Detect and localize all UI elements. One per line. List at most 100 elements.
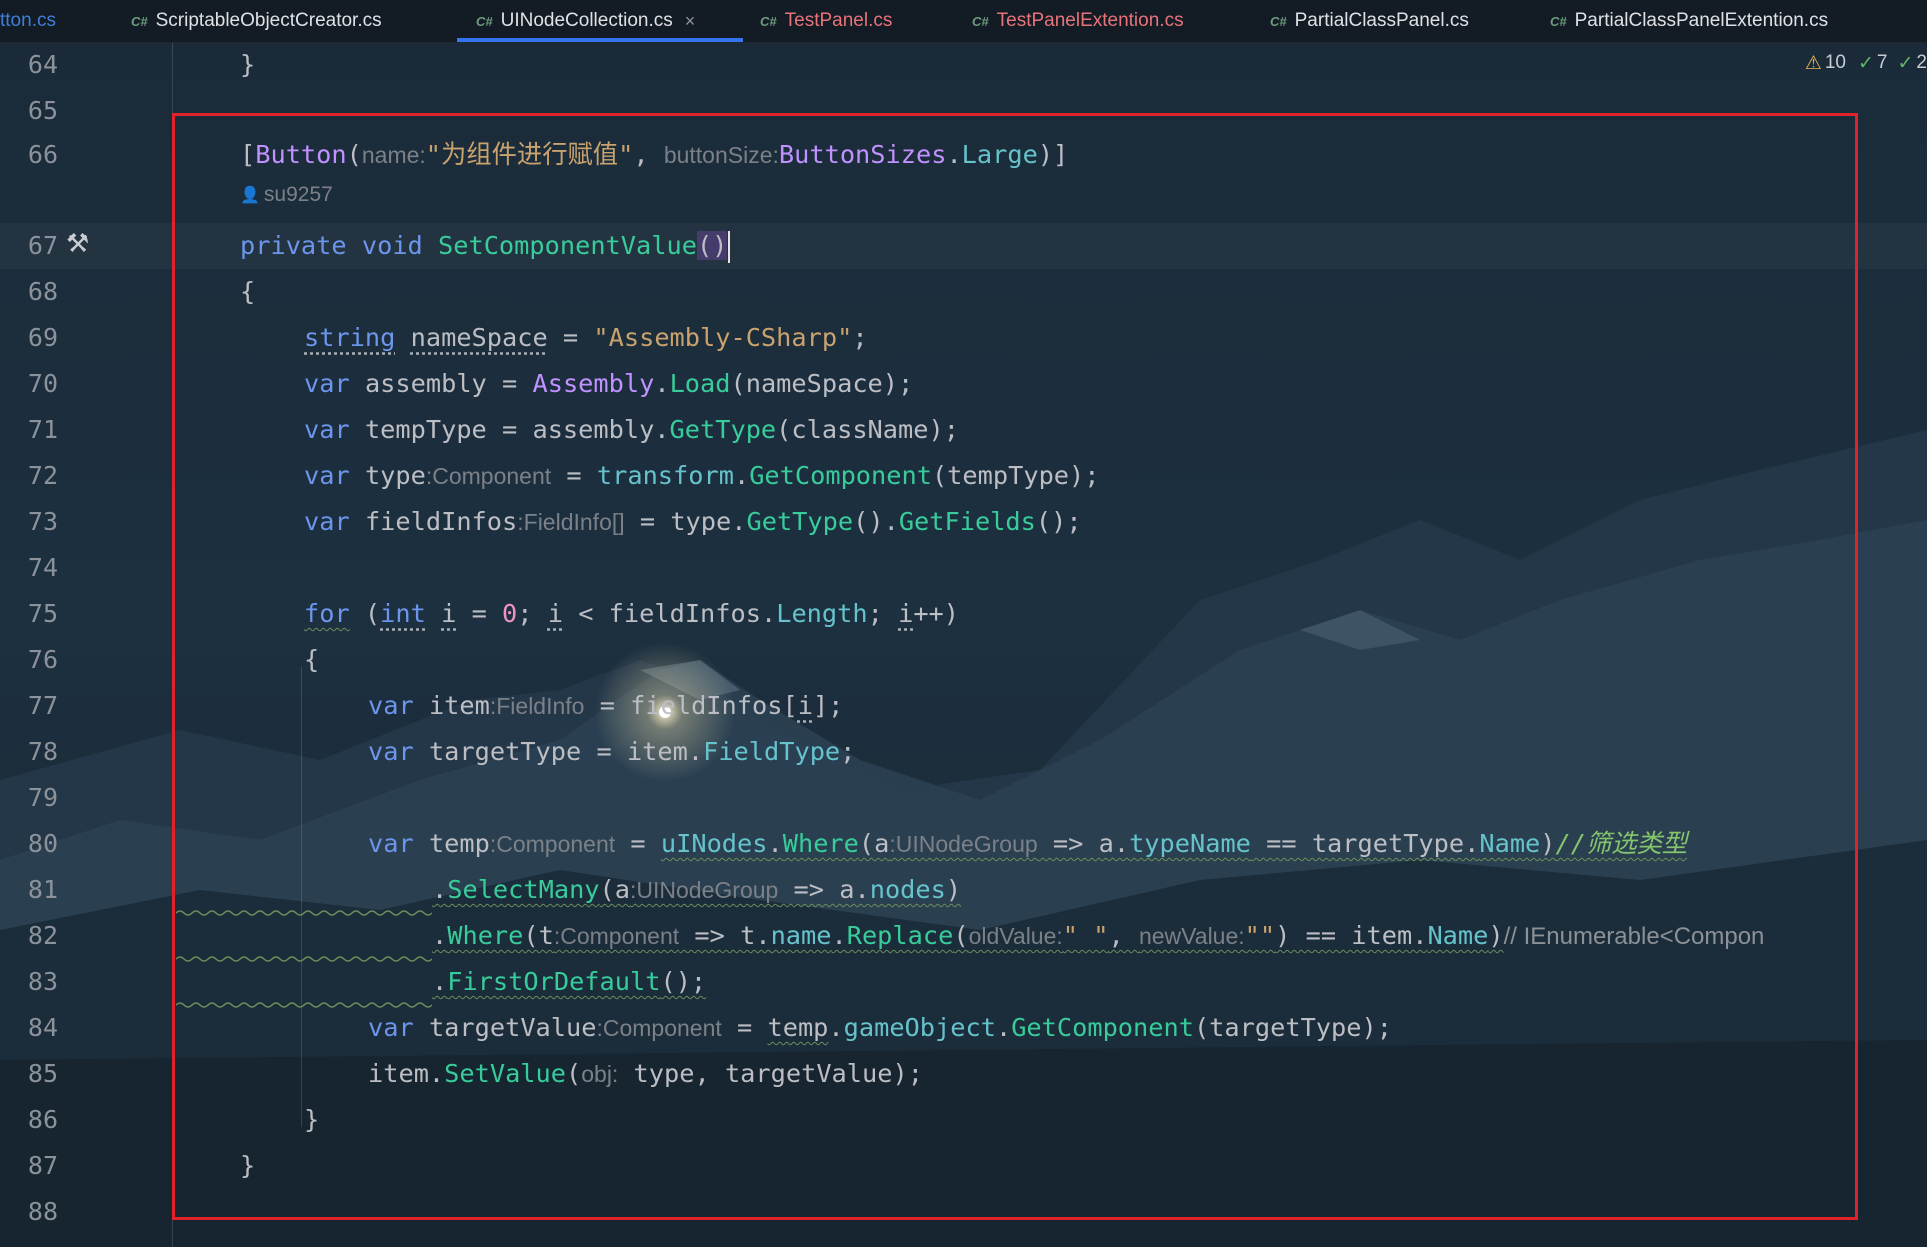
tab-label: PartialClassPanelExtention.cs [1574, 10, 1829, 31]
token: = [721, 1013, 768, 1042]
tab-partial-class-panel-extention[interactable]: C# PartialClassPanelExtention.cs [1550, 0, 1828, 42]
code-editor[interactable]: 64 65 66 67 68 69 70 71 72 73 74 75 76 7… [0, 42, 1927, 1247]
token: ]; [812, 691, 844, 720]
code-text-75[interactable]: for (int i = 0; i < fieldInfos.Length; i… [304, 591, 959, 637]
csharp-file-icon: C# [476, 13, 493, 29]
token: . [828, 1013, 844, 1042]
code-line-85: 85 [0, 1051, 1927, 1097]
code-text-69[interactable]: string nameSpace = "Assembly-CSharp"; [304, 315, 868, 361]
tab-partial-class-panel[interactable]: C# PartialClassPanel.cs [1270, 0, 1469, 42]
token: , [633, 140, 649, 169]
tab-ui-node-collection[interactable]: C# UINodeCollection.cs × [476, 0, 695, 42]
tab-test-panel-extention[interactable]: C# TestPanelExtention.cs [972, 0, 1184, 42]
string-literal: " " [1062, 921, 1109, 950]
code-text-81[interactable]: .SelectMany(a:UINodeGroup => a.nodes) [432, 867, 961, 913]
property: Name [1427, 921, 1489, 950]
tab-scriptable-object-creator[interactable]: C# ScriptableObjectCreator.cs [131, 0, 382, 42]
attribute-name: Button [255, 140, 347, 169]
token: (targetType); [1193, 1013, 1392, 1042]
inspection-widget[interactable]: ⚠ 10 ✓ 7 ✓ 2 [1805, 48, 1927, 78]
line-number: 64 [27, 50, 58, 79]
variable: assembly [364, 369, 487, 398]
token: ( [349, 599, 381, 628]
keyword: var [304, 507, 350, 536]
token: (); [660, 967, 707, 996]
code-text-76[interactable]: { [304, 637, 319, 683]
class-name: Assembly [532, 369, 655, 398]
token: (nameSpace); [730, 369, 914, 398]
code-text-83[interactable]: .FirstOrDefault(); [432, 959, 706, 1005]
weak-check-icon: ✓ [1897, 52, 1914, 74]
code-text-67[interactable]: private void SetComponentValue() [240, 223, 731, 269]
code-line-68: 68 [0, 269, 1927, 315]
code-text-85[interactable]: item.SetValue(obj: type, targetValue); [368, 1051, 923, 1097]
field: uINodes [660, 829, 768, 858]
hammer-icon[interactable]: ⚒ [66, 228, 89, 259]
tab-label: UINodeCollection.cs [500, 10, 673, 31]
method-name: GetFields [898, 507, 1036, 536]
check-icon: ✓ [1858, 52, 1874, 74]
code-text-71[interactable]: var tempType = assembly.GetType(classNam… [304, 407, 959, 453]
method-name: Where [782, 829, 859, 858]
code-text-66[interactable]: [Button(name:"为组件进行赋值", buttonSize:Butto… [240, 132, 1068, 178]
code-line-75: 75 [0, 591, 1927, 637]
token: ; [867, 599, 899, 628]
token: (t [523, 921, 554, 950]
enum-member: Large [961, 140, 1038, 169]
code-text-77[interactable]: var item:FieldInfo = fieldInfos[i]; [368, 683, 843, 729]
csharp-file-icon: C# [1550, 13, 1567, 29]
code-line-79: 79 [0, 775, 1927, 821]
property: FieldType [703, 737, 841, 766]
matched-parens: () [696, 231, 728, 260]
line-number: 73 [27, 507, 58, 536]
code-text-86[interactable]: } [304, 1097, 319, 1143]
line-number: 88 [27, 1197, 58, 1226]
keyword: string [304, 323, 396, 352]
code-text-82[interactable]: .Where(t:Component => t.name.Replace(old… [432, 913, 1764, 960]
code-line-77: 77 [0, 683, 1927, 729]
code-text-84[interactable]: var targetValue:Component = temp.gameObj… [368, 1005, 1392, 1051]
line-number: 70 [27, 369, 58, 398]
type-hint: :UINodeGroup [630, 877, 779, 903]
token: = type. [624, 507, 747, 536]
token: [ [240, 140, 256, 169]
code-text-70[interactable]: var assembly = Assembly.Load(nameSpace); [304, 361, 913, 407]
keyword: var [304, 369, 350, 398]
method-name: SetComponentValue [438, 231, 697, 260]
token: = assembly. [486, 415, 670, 444]
code-line-64: 64 [0, 42, 1927, 88]
property: Length [776, 599, 868, 628]
keyword: var [368, 829, 414, 858]
variable: type [364, 461, 426, 490]
code-text-80[interactable]: var temp:Component = uINodes.Where(a:UIN… [368, 821, 1687, 867]
type-hint: :Component [553, 923, 680, 949]
person-icon: 👤 [240, 187, 260, 204]
tab-test-panel[interactable]: C# TestPanel.cs [760, 0, 892, 42]
method-name: SelectMany [447, 875, 600, 904]
code-text-72[interactable]: var type:Component = transform.GetCompon… [304, 453, 1099, 499]
csharp-file-icon: C# [972, 13, 989, 29]
token: ++) [913, 599, 960, 628]
code-text-68[interactable]: { [240, 269, 255, 315]
close-tab-icon[interactable]: × [685, 11, 696, 32]
code-text-87[interactable]: } [240, 1143, 255, 1189]
variable: targetType [428, 737, 582, 766]
line-number: 67 [27, 231, 58, 260]
token: ) [1488, 921, 1504, 950]
keyword: var [304, 461, 350, 490]
token: ( [953, 921, 969, 950]
string-literal: "Assembly-CSharp" [593, 323, 853, 352]
code-vision-author[interactable]: 👤 su9257 [240, 180, 333, 210]
code-text-78[interactable]: var targetType = item.FieldType; [368, 729, 855, 775]
tab-button-cs[interactable]: tton.cs [0, 0, 56, 42]
method-name: GetType [669, 415, 777, 444]
token: ; [840, 737, 856, 766]
code-text-73[interactable]: var fieldInfos:FieldInfo[] = type.GetTyp… [304, 499, 1082, 545]
code-line-81: 81 [0, 867, 1927, 913]
line-number: 77 [27, 691, 58, 720]
token: . [432, 921, 448, 950]
token: => a. [1037, 829, 1130, 858]
property: gameObject [843, 1013, 996, 1042]
method-name: GetComponent [749, 461, 932, 490]
code-text-64[interactable]: } [240, 42, 255, 88]
